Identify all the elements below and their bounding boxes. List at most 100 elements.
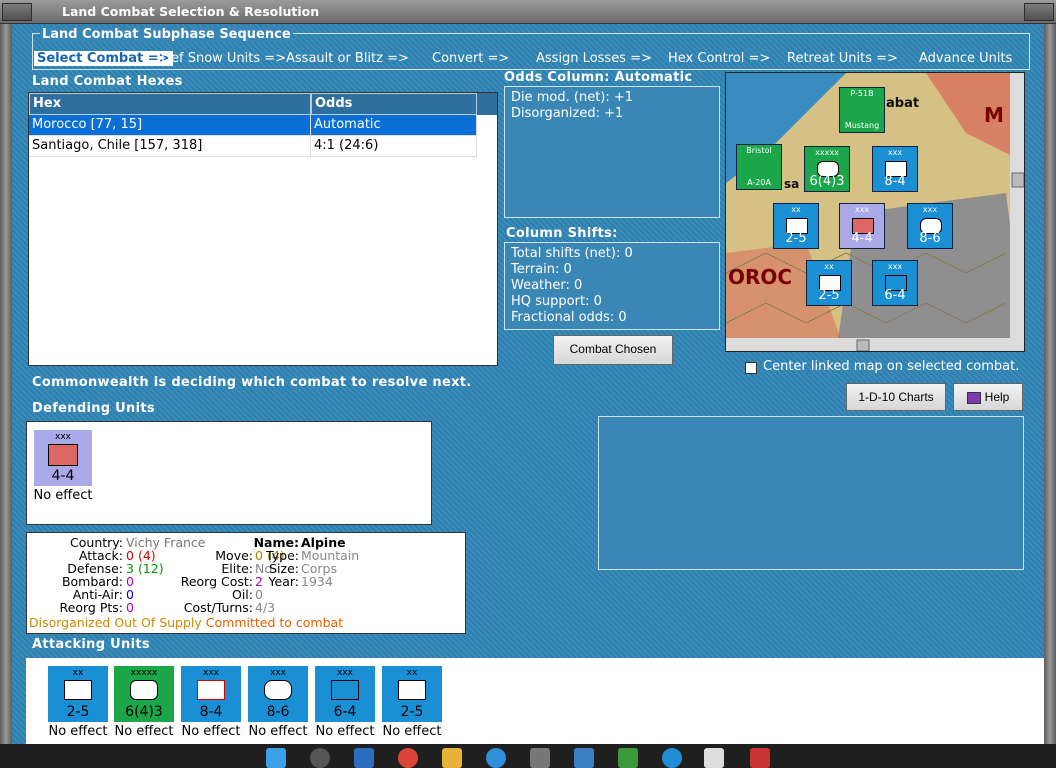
- defending-unit-result: No effect: [33, 488, 93, 503]
- window-title: Land Combat Selection & Resolution: [62, 4, 320, 19]
- map-label-morocco: OROC: [728, 265, 793, 289]
- step-assault-or-blitz[interactable]: Assault or Blitz =>: [286, 51, 409, 66]
- shift-weather: Weather: 0: [511, 278, 583, 293]
- title-bar: Land Combat Selection & Resolution: [0, 0, 1056, 24]
- defending-unit-card[interactable]: xxx 4-4 No effect: [31, 430, 95, 503]
- column-shifts-title: Column Shifts:: [506, 226, 618, 241]
- map-unit-1st-aus-mot[interactable]: xxx 8-4: [872, 146, 918, 192]
- 1st-aus-mot-counter: xxx 8-4: [181, 666, 241, 722]
- folder-icon[interactable]: [442, 748, 462, 768]
- reorg-value: 0: [126, 600, 134, 615]
- attacking-units-title: Attacking Units: [32, 637, 150, 652]
- mountain-unit-icon: [48, 444, 78, 466]
- search-icon[interactable]: [310, 748, 330, 768]
- attacking-unit-result: No effect: [315, 724, 375, 739]
- taskbar: [0, 744, 1056, 768]
- notepad-icon[interactable]: [704, 748, 724, 768]
- step-def-snow-units[interactable]: Def Snow Units =>: [161, 51, 286, 66]
- odds-cell: Automatic: [311, 115, 477, 136]
- widgets-icon[interactable]: [354, 748, 374, 768]
- help-app-icon[interactable]: [486, 748, 506, 768]
- help-book-icon: [966, 391, 981, 404]
- attacking-unit-card[interactable]: xxx 6-4 No effect: [313, 666, 377, 739]
- attacking-unit-result: No effect: [248, 724, 308, 739]
- royal-eng-counter: xx 2-5: [48, 666, 108, 722]
- combat-hexes-title: Land Combat Hexes: [32, 74, 183, 89]
- step-advance-units[interactable]: Advance Units: [919, 51, 1012, 66]
- map-label-rabat: abat: [886, 96, 920, 111]
- help-button[interactable]: Help: [953, 383, 1023, 411]
- calculator-icon[interactable]: [530, 748, 550, 768]
- attacking-unit-card[interactable]: xx 2-5 No effect: [380, 666, 444, 739]
- attacking-unit-card[interactable]: xxxxx 6(4)3 No effect: [112, 666, 176, 739]
- edge-icon[interactable]: [662, 748, 682, 768]
- left-frame: [0, 24, 12, 744]
- ix-arm-counter: xxx 8-6: [248, 666, 308, 722]
- odds-panel: Die mod. (net): +1 Disorganized: +1: [504, 86, 720, 218]
- game-icon[interactable]: [750, 748, 770, 768]
- linked-map[interactable]: abat M OROC sa P-51B Mustang Bristol A-2…: [725, 72, 1025, 352]
- disorganized-text: Disorganized: +1: [511, 106, 624, 121]
- content-area: Land Combat Subphase Sequence Select Com…: [12, 24, 1044, 744]
- close-window-button[interactable]: [1024, 3, 1054, 21]
- combat-hexes-table: Hex Odds Morocco [77, 15] Automatic Sant…: [28, 92, 498, 366]
- map-air-unit-p51b[interactable]: P-51B Mustang: [839, 87, 885, 133]
- status-message: Commonwealth is deciding which combat to…: [32, 375, 472, 390]
- map-label-sa: sa: [784, 177, 800, 191]
- map-unit-ix-arm[interactable]: xxx 8-6: [907, 203, 953, 249]
- hex-cell: Santiago, Chile [157, 318]: [29, 136, 311, 157]
- iii-inf-counter: xxx 6-4: [315, 666, 375, 722]
- combat-results-panel: [598, 416, 1024, 570]
- motorized-infantry-icon: [398, 680, 426, 700]
- map-unit-alpine[interactable]: xxx 4-4: [839, 203, 885, 249]
- shift-hq: HQ support: 0: [511, 294, 602, 309]
- status-disorganized: Disorganized: [29, 615, 111, 630]
- defending-units-panel: xxx 4-4 No effect: [26, 421, 432, 525]
- engineer-icon: [64, 680, 92, 700]
- attacking-unit-card[interactable]: xx 2-5 No effect: [46, 666, 110, 739]
- 50th-mot-div-counter: xx 2-5: [382, 666, 442, 722]
- map-air-unit-bristol[interactable]: Bristol A-20A: [736, 144, 782, 190]
- help-label: Help: [984, 390, 1010, 404]
- eisenhower-counter: xxxxx 6(4)3: [114, 666, 174, 722]
- step-hex-control[interactable]: Hex Control =>: [668, 51, 770, 66]
- unit-info-panel: Country: Vichy France Attack: 0 (4) Defe…: [26, 532, 466, 634]
- photos-icon[interactable]: [574, 748, 594, 768]
- hq-icon: [130, 680, 158, 700]
- attacking-unit-result: No effect: [382, 724, 442, 739]
- map-unit-eisenhower[interactable]: xxxxx 6(4)3: [804, 146, 850, 192]
- chrome-icon[interactable]: [398, 748, 418, 768]
- map-unit-iii-inf[interactable]: xxx 6-4: [872, 260, 918, 306]
- combat-chosen-button[interactable]: Combat Chosen: [553, 335, 673, 365]
- step-retreat-units[interactable]: Retreat Units =>: [787, 51, 898, 66]
- attacking-unit-result: No effect: [181, 724, 241, 739]
- center-linked-checkbox[interactable]: [745, 362, 757, 374]
- status-committed: Committed to combat: [205, 615, 344, 630]
- step-select-combat[interactable]: Select Combat =>: [34, 51, 173, 66]
- column-odds[interactable]: Odds: [311, 93, 477, 115]
- infantry-icon: [331, 680, 359, 700]
- column-hex[interactable]: Hex: [29, 93, 311, 115]
- armor-icon: [264, 680, 292, 700]
- alpine-counter: xxx 4-4: [34, 430, 92, 486]
- step-assign-losses[interactable]: Assign Losses =>: [536, 51, 652, 66]
- attacking-unit-card[interactable]: xxx 8-4 No effect: [179, 666, 243, 739]
- attacking-units-panel: xx 2-5 No effect xxxxx 6(4)3 No effect x…: [26, 658, 1044, 744]
- map-unit-royal-eng[interactable]: xx 2-5: [773, 203, 819, 249]
- map-unit-50th-mot[interactable]: xx 2-5: [806, 260, 852, 306]
- shift-fractional: Fractional odds: 0: [511, 310, 627, 325]
- charts-button[interactable]: 1-D-10 Charts: [846, 383, 946, 411]
- odds-cell: 4:1 (24:6): [311, 136, 477, 157]
- table-row[interactable]: Santiago, Chile [157, 318] 4:1 (24:6): [29, 136, 497, 157]
- sheets-icon[interactable]: [618, 748, 638, 768]
- attacking-unit-card[interactable]: xxx 8-6 No effect: [246, 666, 310, 739]
- shift-total: Total shifts (net): 0: [511, 246, 633, 261]
- window: Land Combat Selection & Resolution Land …: [0, 0, 1056, 768]
- system-menu-button[interactable]: [2, 3, 32, 21]
- odds-column-title: Odds Column: Automatic: [504, 70, 693, 85]
- attacking-unit-result: No effect: [114, 724, 174, 739]
- column-shifts-panel: Total shifts (net): 0 Terrain: 0 Weather…: [504, 242, 720, 330]
- table-row[interactable]: Morocco [77, 15] Automatic: [29, 115, 497, 136]
- step-convert[interactable]: Convert =>: [432, 51, 509, 66]
- start-icon[interactable]: [266, 748, 286, 768]
